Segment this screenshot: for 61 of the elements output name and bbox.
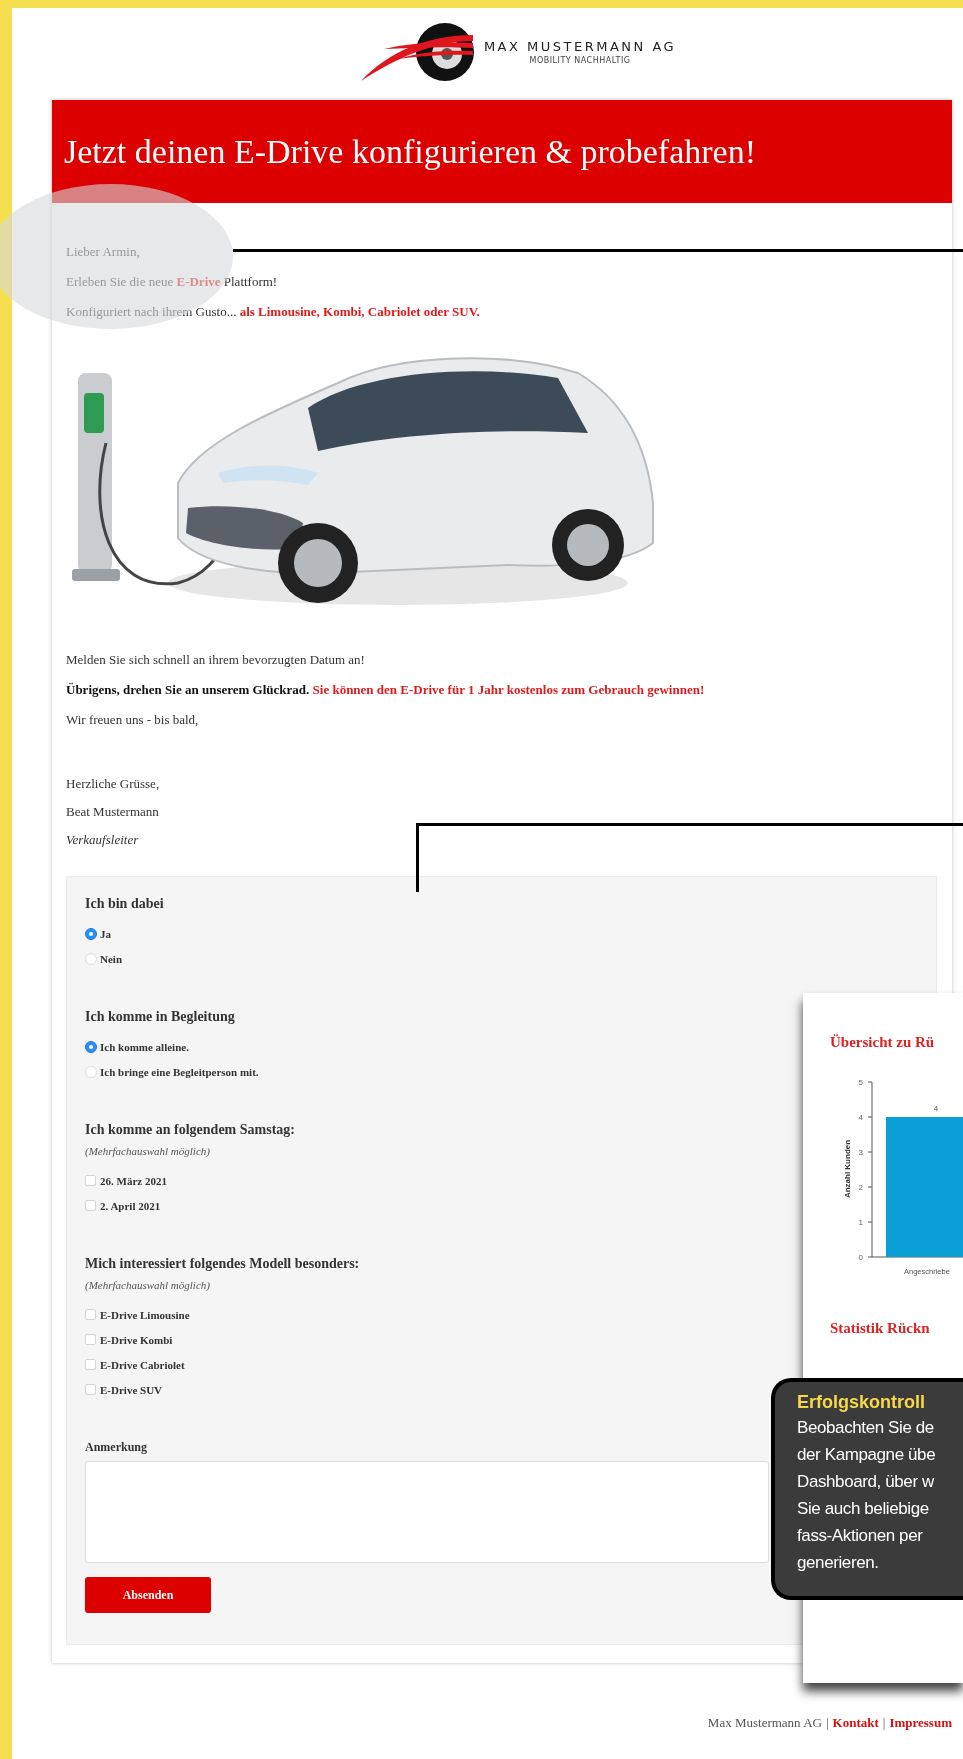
text-line: Lieber Armin, bbox=[66, 243, 140, 261]
tick-label: 0 bbox=[858, 1253, 863, 1262]
option-label[interactable]: E-Drive Limousine bbox=[100, 1308, 190, 1321]
field-label: Anmerkung bbox=[85, 1439, 147, 1456]
report-heading: Übersicht zu Rü bbox=[830, 1033, 936, 1052]
checkbox[interactable] bbox=[85, 1175, 96, 1186]
report-subheading: Statistik Rückn bbox=[830, 1320, 931, 1337]
text-line: Beat Mustermann bbox=[66, 803, 159, 821]
option-label[interactable]: 2. April 2021 bbox=[100, 1199, 161, 1212]
company-tagline: MOBILITY NACHHALTIG bbox=[529, 56, 631, 65]
banner-title: Jetzt deinen E-Drive konfigurieren & probefahren! bbox=[64, 132, 756, 171]
footer-link[interactable]: Kontakt bbox=[832, 1714, 879, 1732]
option-label[interactable]: Nein bbox=[100, 952, 122, 965]
tick-label: 2 bbox=[858, 1183, 863, 1192]
footer-text: | bbox=[825, 1714, 829, 1732]
tick-label: 1 bbox=[858, 1218, 863, 1227]
remark-field[interactable] bbox=[85, 1461, 769, 1563]
question-title: Ich komme in Begleitung bbox=[85, 1008, 235, 1026]
footer-text: | bbox=[882, 1714, 886, 1732]
tick-label: 5 bbox=[858, 1078, 863, 1087]
text-line: Herzliche Grüsse, bbox=[66, 775, 160, 793]
question-title: Mich interessiert folgendes Modell besonders: bbox=[85, 1255, 360, 1273]
text-line: Konfiguriert nach ihrem Gusto... als Limousine, Kombi, Cabriolet oder SUV. bbox=[66, 303, 480, 321]
text-line: Erleben Sie die neue E-Drive Plattform! bbox=[66, 273, 278, 291]
footer-text: Max Mustermann AG bbox=[707, 1714, 822, 1732]
option-label[interactable]: E-Drive SUV bbox=[100, 1383, 163, 1396]
callout-title: Erfolgskontroll bbox=[797, 1391, 926, 1414]
value-label: 4 bbox=[933, 1104, 939, 1113]
callout-text: Dashboard, über w bbox=[797, 1471, 936, 1493]
checkbox[interactable] bbox=[85, 1309, 96, 1320]
axis-title: Anzahl Kunden bbox=[843, 1139, 852, 1199]
radio-button[interactable] bbox=[85, 1040, 97, 1053]
footer-link[interactable]: Impressum bbox=[889, 1714, 952, 1732]
callout-text: der Kampagne übe bbox=[797, 1444, 937, 1466]
submit-button[interactable]: Absenden bbox=[85, 1577, 211, 1613]
question-title: Ich komme an folgendem Samstag: bbox=[85, 1121, 295, 1139]
option-label[interactable]: Ich komme alleine. bbox=[100, 1040, 189, 1053]
checkbox[interactable] bbox=[85, 1334, 96, 1345]
checkbox[interactable] bbox=[85, 1359, 96, 1370]
tick-label: 4 bbox=[858, 1113, 863, 1122]
question-hint: (Mehrfachauswahl möglich) bbox=[85, 1278, 210, 1293]
callout-text: generieren. bbox=[797, 1552, 880, 1574]
option-label[interactable]: Ja bbox=[100, 927, 111, 940]
text-line: Übrigens, drehen Sie an unserem Glückrad. Sie können den E-Drive für 1 Jahr kostenlos zum Gebrauch gewinnen! bbox=[66, 681, 705, 699]
question-hint: (Mehrfachauswahl möglich) bbox=[85, 1144, 210, 1159]
text-line: Melden Sie sich schnell an ihrem bevorzugten Datum an! bbox=[66, 651, 365, 669]
option-label[interactable]: 26. März 2021 bbox=[100, 1174, 167, 1187]
question-title: Ich bin dabei bbox=[85, 895, 164, 913]
tick-label: 3 bbox=[858, 1148, 863, 1157]
radio-button[interactable] bbox=[85, 927, 97, 940]
option-label[interactable]: E-Drive Cabriolet bbox=[100, 1358, 185, 1371]
callout-text: Sie auch beliebige bbox=[797, 1498, 930, 1520]
company-name: MAX MUSTERMANN AG bbox=[483, 39, 677, 54]
text-line: Verkaufsleiter bbox=[66, 831, 139, 849]
text-line: Wir freuen uns - bis bald, bbox=[66, 711, 199, 729]
option-label[interactable]: E-Drive Kombi bbox=[100, 1333, 173, 1346]
option-label[interactable]: Ich bringe eine Begleitperson mit. bbox=[100, 1065, 259, 1078]
checkbox[interactable] bbox=[85, 1384, 96, 1395]
callout-text: Beobachten Sie de bbox=[797, 1417, 935, 1439]
checkbox[interactable] bbox=[85, 1200, 96, 1211]
callout-text: fass-Aktionen per bbox=[797, 1525, 924, 1547]
